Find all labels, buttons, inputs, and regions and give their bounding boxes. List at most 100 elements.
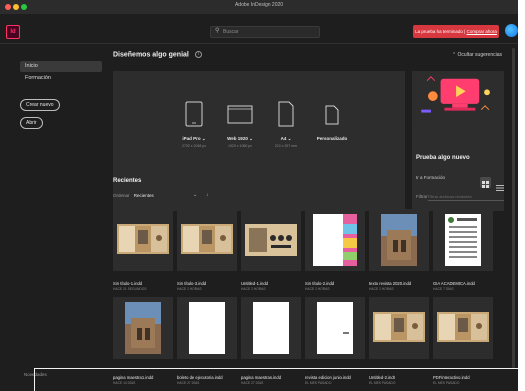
file-name: Untitled-1.indd (241, 281, 269, 286)
file-thumbnail (125, 302, 161, 354)
chevron-down-icon[interactable]: ⌄ (193, 192, 197, 198)
file-name: Sin título-2.indd (305, 281, 335, 286)
recent-title: Recientes (113, 178, 142, 184)
title-bar: Adobe InDesign 2020 (0, 0, 518, 14)
divider (34, 368, 35, 391)
sort-value: Recientes (133, 193, 154, 198)
trial-banner: La prueba ha terminado | Comprar ahora (413, 25, 499, 38)
list-view-icon[interactable] (496, 179, 504, 191)
preset-a4[interactable]: A4 ⌄ 210 x 297 mm (263, 101, 309, 148)
preset-panel: iPad Pro ⌄ 2732 x 2048 px Web 1920 ⌄ 192… (113, 71, 405, 211)
preset-web[interactable]: Web 1920 ⌄ 1920 x 1080 px (217, 101, 263, 148)
file-thumbnail (253, 302, 289, 354)
file-name: Untitled-2.indt (369, 375, 395, 380)
file-thumbnail (181, 224, 233, 254)
file-name: pagina maestras.indd (241, 375, 282, 380)
preset-size: 210 x 297 mm (274, 144, 298, 148)
file-name: Sin título-3.indd (177, 281, 207, 286)
web-page-icon (227, 105, 253, 124)
preset-name: iPad Pro ⌄ (182, 136, 206, 141)
indesign-logo: Id (6, 25, 20, 39)
file-name: revista edicion junio.indd (305, 375, 351, 380)
file-date: EL MES PASADO (433, 381, 460, 385)
window-title: Adobe InDesign 2020 (234, 2, 284, 8)
learn-link[interactable]: Ir a Formación (416, 175, 445, 180)
recent-file-card[interactable] (241, 209, 301, 271)
file-thumbnail (373, 312, 425, 342)
preset-size: 2732 x 2048 px (182, 144, 206, 148)
buy-now-link[interactable]: Comprar ahora (467, 29, 497, 34)
preset-ipad-pro[interactable]: iPad Pro ⌄ 2732 x 2048 px (171, 101, 217, 148)
file-date: EL MES PASADO (369, 381, 396, 385)
preset-size: 1920 x 1080 px (228, 144, 252, 148)
filter-label: Filtrar (416, 194, 428, 199)
file-name: Sin título-1.indd (113, 281, 143, 286)
search-icon: ⚲ (215, 28, 220, 34)
hide-suggestions-label: Ocultar sugerencias (457, 52, 502, 58)
chevron-up-icon: ⌃ (451, 52, 457, 58)
file-date: HACE 7 DÍAS (433, 287, 454, 291)
recent-file-card[interactable] (369, 209, 429, 271)
search-input[interactable]: ⚲ Buscar (210, 26, 320, 38)
promo-title: Prueba algo nuevo (416, 155, 470, 161)
grid-view-icon[interactable] (480, 177, 491, 188)
open-button[interactable]: Abrir (20, 117, 43, 129)
promo-illustration (412, 71, 504, 129)
file-date: HACE 2 HORAS (241, 287, 266, 291)
trial-text: La prueba ha terminado | (415, 29, 466, 34)
file-name: PDFinteractivo.indd (433, 375, 470, 380)
file-date: HACE 14 DÍAS (113, 381, 136, 385)
sort-direction-icon[interactable]: ↓ (206, 192, 209, 198)
recent-file-card[interactable] (369, 297, 429, 359)
file-thumbnail (445, 214, 481, 266)
recent-file-card[interactable] (305, 209, 365, 271)
recent-file-card[interactable] (433, 297, 493, 359)
promo-card[interactable]: Prueba algo nuevo Ir a Formación (412, 71, 504, 211)
custom-document-icon (325, 105, 339, 125)
file-date: HACE 21 SEGUNDOS (113, 287, 147, 291)
preset-name: Web 1920 ⌄ (227, 136, 253, 141)
preset-custom[interactable]: Personalizado (309, 101, 355, 143)
news-link[interactable]: Novedades (24, 372, 47, 377)
sort-control[interactable]: Ordenar Recientes (113, 193, 154, 198)
file-thumbnail (317, 302, 353, 354)
file-date: HACE 2 HORAS (177, 287, 202, 291)
file-date: HACE 2 HORAS (369, 287, 394, 291)
file-name: boleto de ejecutoria.indd (177, 375, 223, 380)
file-thumbnail (189, 302, 225, 354)
user-avatar[interactable] (505, 24, 518, 37)
file-thumbnail (313, 214, 357, 266)
file-date: HACE 27 DÍAS (241, 381, 264, 385)
app-bar: Id ⚲ Buscar La prueba ha terminado | Com… (0, 14, 518, 44)
file-thumbnail (117, 224, 169, 254)
sidebar-item-learn[interactable]: Formación (20, 73, 51, 84)
hero-title-text: Diseñemos algo genial (113, 51, 189, 59)
recent-file-card[interactable] (433, 209, 493, 271)
file-name: texto revista 2020.indd (369, 281, 412, 286)
file-name: pagina maestra1.indd (113, 375, 154, 380)
document-icon (278, 101, 294, 127)
file-thumbnail (381, 214, 417, 266)
create-new-button[interactable]: Crear nuevo (20, 99, 60, 111)
sidebar-item-home[interactable]: Inicio (20, 61, 102, 72)
divider (34, 368, 518, 369)
recent-file-card[interactable] (177, 209, 237, 271)
sort-label: Ordenar (113, 193, 130, 198)
recent-file-card[interactable] (113, 297, 173, 359)
recent-file-card[interactable] (177, 297, 237, 359)
filter-input[interactable]: Filtrar archivos recientes (428, 192, 504, 201)
scrollbar[interactable] (512, 48, 515, 368)
file-thumbnail (245, 224, 297, 256)
file-date: HACE 27 DÍAS (177, 381, 200, 385)
preset-name: Personalizado (316, 136, 348, 141)
recent-file-card[interactable] (241, 297, 301, 359)
hide-suggestions-button[interactable]: ⌃ Ocultar sugerencias (452, 52, 502, 58)
file-date: HACE 2 HORAS (305, 287, 330, 291)
recent-file-card[interactable] (305, 297, 365, 359)
file-date: EL MES PASADO (305, 381, 332, 385)
hero-title: Diseñemos algo genial i (113, 51, 202, 58)
info-icon[interactable]: i (194, 51, 202, 58)
recent-file-card[interactable] (113, 209, 173, 271)
sidebar: Inicio Formación Crear nuevo Abrir (0, 45, 110, 391)
indesign-home-window: Adobe InDesign 2020 Id ⚲ Buscar La prueb… (0, 0, 518, 391)
